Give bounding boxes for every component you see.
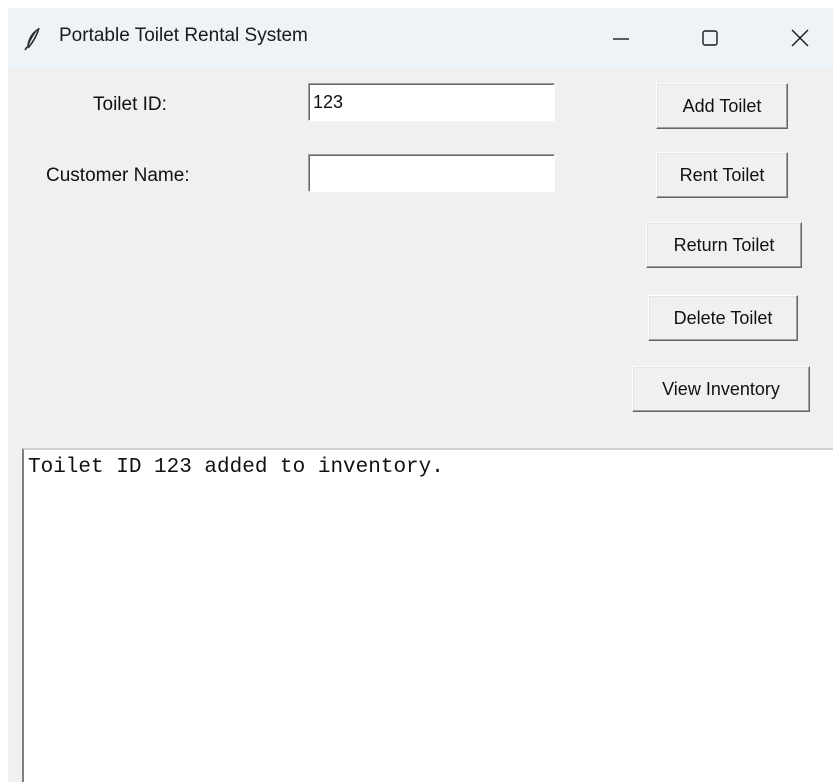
customer-name-label: Customer Name: — [46, 165, 190, 186]
minimize-button[interactable] — [591, 8, 651, 68]
output-text-area[interactable]: Toilet ID 123 added to inventory. — [22, 448, 833, 782]
view-inventory-button[interactable]: View Inventory — [632, 366, 810, 412]
app-window: Portable Toilet Rental System Toilet ID:… — [8, 8, 833, 782]
add-toilet-button[interactable]: Add Toilet — [656, 83, 788, 129]
feather-icon — [24, 27, 42, 51]
window-title: Portable Toilet Rental System — [59, 25, 308, 46]
minimize-icon — [613, 38, 629, 40]
rent-toilet-button[interactable]: Rent Toilet — [656, 152, 788, 198]
return-toilet-button[interactable]: Return Toilet — [646, 222, 802, 268]
delete-toilet-button[interactable]: Delete Toilet — [648, 295, 798, 341]
maximize-button[interactable] — [680, 8, 740, 68]
toilet-id-input[interactable] — [308, 83, 555, 121]
close-icon — [791, 29, 809, 47]
maximize-icon — [702, 30, 718, 46]
title-bar[interactable]: Portable Toilet Rental System — [8, 8, 833, 68]
close-button[interactable] — [770, 8, 830, 68]
customer-name-input[interactable] — [308, 154, 555, 192]
toilet-id-label: Toilet ID: — [93, 94, 167, 115]
output-line: Toilet ID 123 added to inventory. — [28, 456, 444, 479]
